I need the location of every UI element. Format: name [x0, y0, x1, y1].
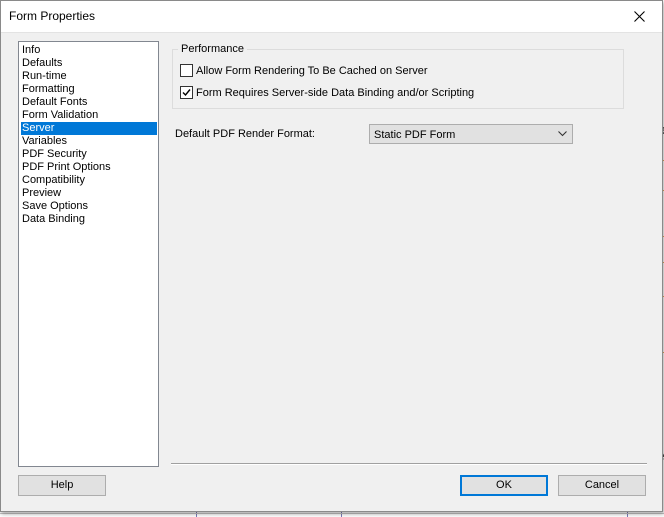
checkmark-icon [182, 89, 191, 97]
close-icon [634, 11, 645, 22]
nav-item-formatting[interactable]: Formatting [21, 83, 157, 96]
nav-item-data-binding[interactable]: Data Binding [21, 213, 157, 226]
form-properties-dialog: Form Properties Info Defaults Run-time F… [0, 0, 663, 512]
category-list[interactable]: Info Defaults Run-time Formatting Defaul… [18, 41, 159, 467]
nav-item-info[interactable]: Info [21, 44, 157, 57]
nav-item-variables[interactable]: Variables [21, 135, 157, 148]
close-button[interactable] [618, 1, 662, 32]
ok-button[interactable]: OK [460, 475, 548, 496]
render-format-dropdown[interactable]: Static PDF Form [369, 124, 573, 144]
nav-item-compatibility[interactable]: Compatibility [21, 174, 157, 187]
title-bar: Form Properties [1, 1, 662, 33]
allow-cache-checkbox[interactable] [180, 64, 193, 77]
nav-item-default-fonts[interactable]: Default Fonts [21, 96, 157, 109]
footer-separator [171, 463, 647, 465]
nav-item-pdf-print-options[interactable]: PDF Print Options [21, 161, 157, 174]
nav-item-run-time[interactable]: Run-time [21, 70, 157, 83]
render-format-label: Default PDF Render Format: [175, 128, 315, 140]
allow-cache-label[interactable]: Allow Form Rendering To Be Cached on Ser… [196, 64, 428, 78]
nav-item-pdf-security[interactable]: PDF Security [21, 148, 157, 161]
nav-item-server[interactable]: Server [21, 122, 157, 135]
requires-server-checkbox[interactable] [180, 86, 193, 99]
nav-item-defaults[interactable]: Defaults [21, 57, 157, 70]
chevron-down-icon [558, 131, 567, 137]
nav-item-form-validation[interactable]: Form Validation [21, 109, 157, 122]
help-button[interactable]: Help [18, 475, 106, 496]
nav-item-save-options[interactable]: Save Options [21, 200, 157, 213]
performance-group [172, 49, 624, 109]
guide-line [0, 513, 664, 514]
cancel-button[interactable]: Cancel [558, 475, 646, 496]
dialog-title: Form Properties [9, 9, 96, 23]
performance-group-label: Performance [178, 43, 247, 55]
requires-server-label[interactable]: Form Requires Server-side Data Binding a… [196, 86, 474, 100]
nav-item-preview[interactable]: Preview [21, 187, 157, 200]
render-format-value: Static PDF Form [374, 129, 456, 141]
